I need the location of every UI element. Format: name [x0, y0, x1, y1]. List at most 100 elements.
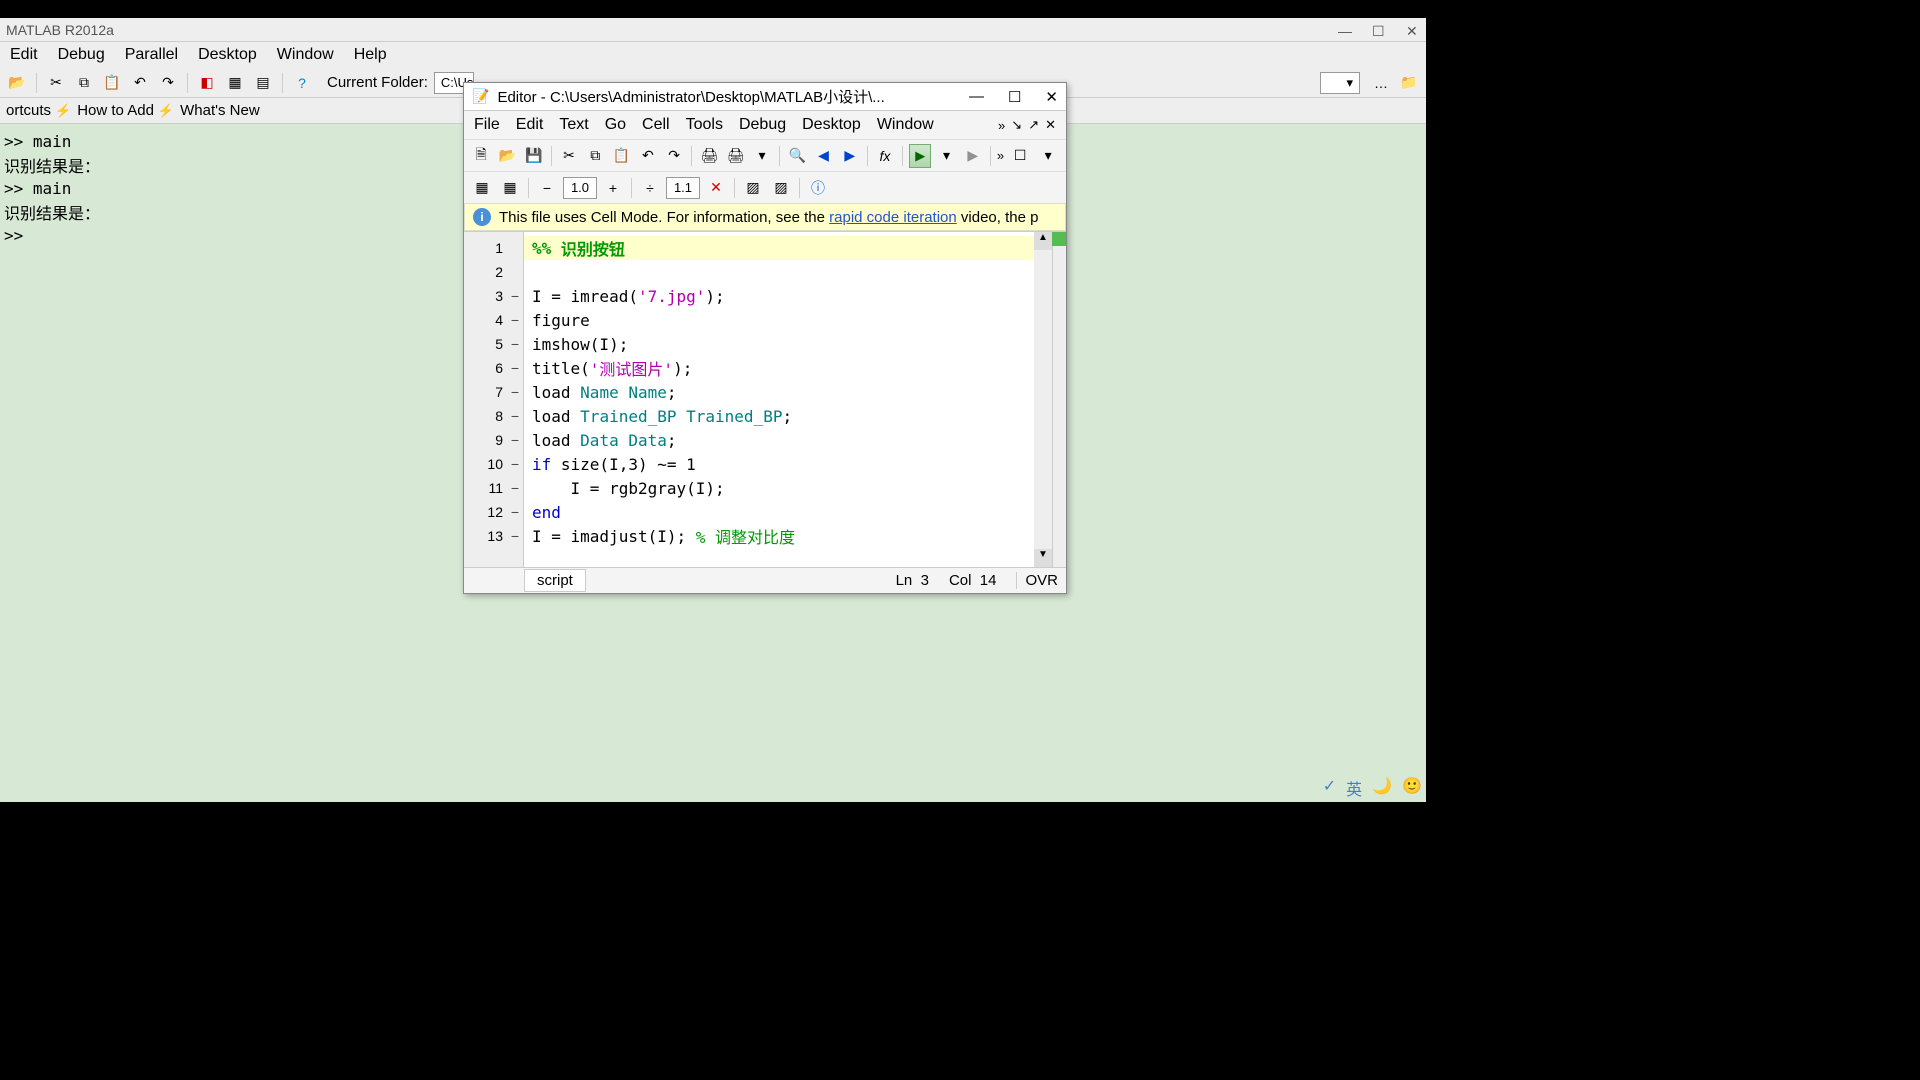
- undo-icon[interactable]: ↶: [637, 144, 659, 168]
- code-line[interactable]: load Data Data;: [524, 428, 1034, 452]
- copy-icon[interactable]: ⧉: [584, 144, 606, 168]
- minimize-icon[interactable]: —: [1338, 23, 1352, 37]
- paste-icon[interactable]: 📋: [101, 72, 123, 94]
- emenu-tools[interactable]: Tools: [686, 116, 723, 134]
- multiply-icon[interactable]: ✕: [704, 176, 728, 200]
- forward-icon[interactable]: ▶: [839, 144, 861, 168]
- menu-desktop[interactable]: Desktop: [198, 46, 257, 64]
- vertical-scrollbar[interactable]: ▲ ▼: [1034, 232, 1052, 567]
- redo-icon[interactable]: ↷: [157, 72, 179, 94]
- editor-minimize-icon[interactable]: —: [969, 88, 984, 106]
- code-line[interactable]: figure: [524, 308, 1034, 332]
- code-line[interactable]: title('测试图片');: [524, 356, 1034, 380]
- dock-icon[interactable]: ↘: [1011, 117, 1022, 133]
- whats-new-link[interactable]: What's New: [180, 102, 260, 119]
- undo-icon[interactable]: ↶: [129, 72, 151, 94]
- rapid-code-link[interactable]: rapid code iteration: [829, 209, 957, 226]
- open-file-icon[interactable]: 📂: [496, 144, 518, 168]
- how-to-add-link[interactable]: How to Add: [77, 102, 154, 119]
- redo-icon[interactable]: ↷: [663, 144, 685, 168]
- menu-debug[interactable]: Debug: [58, 46, 105, 64]
- ime-lang-icon[interactable]: 英: [1346, 776, 1362, 800]
- folder-dropdown[interactable]: ▾: [1320, 72, 1360, 94]
- run-button[interactable]: ▶: [909, 144, 931, 168]
- code-line[interactable]: load Name Name;: [524, 380, 1034, 404]
- more-menu-icon[interactable]: »: [998, 118, 1005, 133]
- paste-icon[interactable]: 📋: [610, 144, 632, 168]
- ime-moon-icon[interactable]: 🌙: [1372, 776, 1392, 800]
- fx-icon[interactable]: fx: [874, 144, 896, 168]
- save-icon[interactable]: 💾: [523, 144, 545, 168]
- increment-value-1[interactable]: 1.0: [563, 177, 597, 199]
- code-line[interactable]: I = rgb2gray(I);: [524, 476, 1034, 500]
- back-icon[interactable]: ◀: [812, 144, 834, 168]
- print-icon[interactable]: 🖨: [698, 144, 720, 168]
- publish-opt-icon[interactable]: ▨: [769, 176, 793, 200]
- code-line[interactable]: [524, 260, 1034, 284]
- divide-icon[interactable]: ÷: [638, 176, 662, 200]
- print-sel-icon[interactable]: 🖨: [725, 144, 747, 168]
- code-line[interactable]: load Trained_BP Trained_BP;: [524, 404, 1034, 428]
- editor-close-icon[interactable]: ✕: [1045, 88, 1058, 106]
- code-line[interactable]: imshow(I);: [524, 332, 1034, 356]
- run-dropdown-icon[interactable]: ▾: [935, 144, 957, 168]
- file-tab[interactable]: script: [524, 569, 586, 592]
- open-icon[interactable]: 📂: [6, 72, 28, 94]
- ime-tray[interactable]: ✓ 英 🌙 🙂: [1323, 776, 1422, 800]
- scroll-down-icon[interactable]: ▼: [1034, 549, 1052, 567]
- scroll-up-icon[interactable]: ▲: [1034, 232, 1052, 250]
- code-line[interactable]: end: [524, 500, 1034, 524]
- emenu-debug[interactable]: Debug: [739, 116, 786, 134]
- find-icon[interactable]: 🔍: [786, 144, 808, 168]
- emenu-cell[interactable]: Cell: [642, 116, 670, 134]
- code-line[interactable]: if size(I,3) ~= 1: [524, 452, 1034, 476]
- help-icon[interactable]: ?: [291, 72, 313, 94]
- cut-icon[interactable]: ✂: [45, 72, 67, 94]
- profiler-icon[interactable]: ▤: [252, 72, 274, 94]
- undock-icon[interactable]: ↗: [1028, 117, 1039, 133]
- code-line[interactable]: I = imadjust(I); % 调整对比度: [524, 524, 1034, 548]
- editor-maximize-icon[interactable]: ☐: [1008, 88, 1021, 106]
- cell-advance-icon[interactable]: ▦: [498, 176, 522, 200]
- emenu-window[interactable]: Window: [877, 116, 934, 134]
- new-file-icon[interactable]: 🗎: [470, 144, 492, 168]
- publish-icon[interactable]: ▨: [741, 176, 765, 200]
- copy-icon[interactable]: ⧉: [73, 72, 95, 94]
- code-body[interactable]: %% 识别按钮 I = imread('7.jpg');figureimshow(…: [524, 232, 1034, 567]
- editor-titlebar[interactable]: 📝 Editor - C:\Users\Administrator\Deskto…: [464, 83, 1066, 111]
- emenu-file[interactable]: File: [474, 116, 500, 134]
- increment-value-2[interactable]: 1.1: [666, 177, 700, 199]
- menu-parallel[interactable]: Parallel: [125, 46, 178, 64]
- close-icon[interactable]: ✕: [1406, 23, 1420, 37]
- browse-up-icon[interactable]: 📁: [1398, 72, 1420, 94]
- main-titlebar[interactable]: MATLAB R2012a — ☐ ✕: [0, 18, 1426, 42]
- menu-edit[interactable]: Edit: [10, 46, 38, 64]
- code-line[interactable]: %% 识别按钮: [524, 236, 1034, 260]
- code-line[interactable]: I = imread('7.jpg');: [524, 284, 1034, 308]
- cell-info-icon[interactable]: ⓘ: [806, 176, 830, 200]
- ime-check-icon[interactable]: ✓: [1323, 776, 1336, 800]
- code-marker-bar[interactable]: [1052, 232, 1066, 567]
- cut-icon[interactable]: ✂: [558, 144, 580, 168]
- folder-options-icon[interactable]: …: [1370, 72, 1392, 94]
- emenu-desktop[interactable]: Desktop: [802, 116, 861, 134]
- emenu-edit[interactable]: Edit: [516, 116, 544, 134]
- guide-icon[interactable]: ▦: [224, 72, 246, 94]
- maximize-icon[interactable]: ☐: [1372, 23, 1386, 37]
- minus-icon[interactable]: −: [535, 176, 559, 200]
- cell-eval-icon[interactable]: ▦: [470, 176, 494, 200]
- emenu-text[interactable]: Text: [559, 116, 588, 134]
- ime-smile-icon[interactable]: 🙂: [1402, 776, 1422, 800]
- run-advance-icon[interactable]: ▶: [962, 144, 984, 168]
- more-tb-icon[interactable]: »: [997, 148, 1004, 163]
- plus-icon[interactable]: +: [601, 176, 625, 200]
- simulink-icon[interactable]: ◧: [196, 72, 218, 94]
- panel-dropdown-icon[interactable]: ▾: [1036, 144, 1060, 168]
- pane-close-icon[interactable]: ✕: [1045, 117, 1056, 133]
- dropdown-icon[interactable]: ▾: [751, 144, 773, 168]
- menu-help[interactable]: Help: [354, 46, 387, 64]
- checkbox-icon[interactable]: ☐: [1008, 144, 1032, 168]
- menu-window[interactable]: Window: [277, 46, 334, 64]
- emenu-go[interactable]: Go: [605, 116, 626, 134]
- line-number: 7−: [464, 380, 523, 404]
